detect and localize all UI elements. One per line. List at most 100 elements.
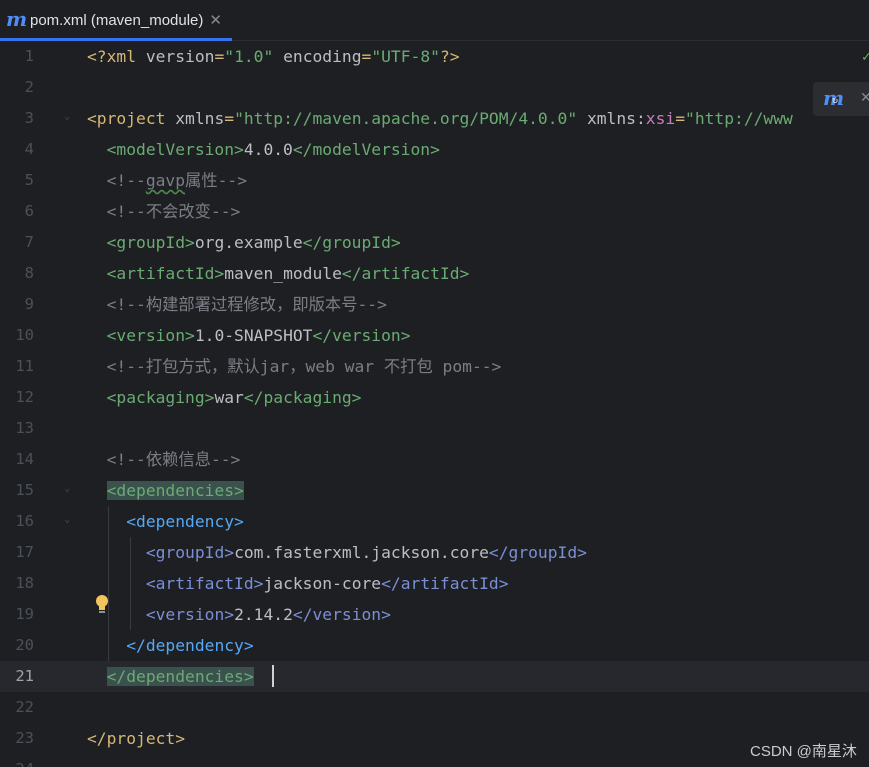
code-token: <!--构建部署过程修改，即版本号--> bbox=[106, 295, 387, 314]
code-token: 1.0-SNAPSHOT bbox=[194, 326, 313, 345]
code-text: <!--gavp属性--> bbox=[87, 165, 247, 196]
code-line[interactable]: 12 <packaging>war</packaging> bbox=[0, 382, 869, 413]
code-text: <?xml version="1.0" encoding="UTF-8"?> bbox=[87, 41, 460, 72]
fold-icon[interactable]: ⌄ bbox=[64, 512, 71, 525]
code-token: = bbox=[675, 109, 686, 128]
code-token: </groupId> bbox=[488, 543, 587, 562]
code-text: <dependencies> bbox=[87, 475, 244, 506]
line-number: 23 bbox=[15, 729, 34, 747]
code-token: <project bbox=[87, 109, 176, 128]
code-line[interactable]: 7 <groupId>org.example</groupId> bbox=[0, 227, 869, 258]
code-text: <groupId>org.example</groupId> bbox=[87, 227, 401, 258]
code-token: <artifactId> bbox=[106, 264, 225, 283]
maven-reload-button[interactable]: m ↻ ✕ bbox=[813, 82, 869, 116]
line-number: 4 bbox=[24, 140, 34, 158]
code-line[interactable]: 15 <dependencies> bbox=[0, 475, 869, 506]
code-token: </version> bbox=[292, 605, 391, 624]
line-number: 20 bbox=[15, 636, 34, 654]
code-token: <version> bbox=[106, 326, 195, 345]
line-number: 12 bbox=[15, 388, 34, 406]
code-token: <!--不会改变--> bbox=[106, 202, 241, 221]
code-text: <artifactId>jackson-core</artifactId> bbox=[87, 568, 509, 599]
code-token: = bbox=[214, 47, 225, 66]
code-text: <packaging>war</packaging> bbox=[87, 382, 362, 413]
code-editor[interactable]: 1 <?xml version="1.0" encoding="UTF-8"?> 2… bbox=[0, 41, 869, 767]
close-icon[interactable]: ✕ bbox=[860, 89, 869, 106]
code-token: "http://www bbox=[685, 109, 793, 128]
code-token: version bbox=[145, 47, 215, 66]
code-token: 4.0.0 bbox=[243, 140, 293, 159]
line-number: 11 bbox=[15, 357, 34, 375]
code-text: </dependency> bbox=[87, 630, 253, 661]
editor-tab-bar: m pom.xml (maven_module) ✕ bbox=[0, 0, 869, 41]
tab-label: pom.xml (maven_module) bbox=[30, 11, 204, 29]
code-text: <modelVersion>4.0.0</modelVersion> bbox=[87, 134, 440, 165]
fold-icon[interactable]: ⌄ bbox=[64, 109, 71, 122]
code-line[interactable]: 9 <!--构建部署过程修改，即版本号--> bbox=[0, 289, 869, 320]
code-token: <!-- bbox=[106, 171, 146, 190]
code-token: war bbox=[214, 388, 244, 407]
close-icon[interactable]: ✕ bbox=[209, 11, 222, 29]
code-line[interactable]: 6 <!--不会改变--> bbox=[0, 196, 869, 227]
code-token: com.fasterxml.jackson.core bbox=[234, 543, 489, 562]
tab-pom-xml[interactable]: m pom.xml (maven_module) ✕ bbox=[0, 0, 232, 41]
code-text: <dependency> bbox=[87, 506, 244, 537]
line-number: 9 bbox=[24, 295, 34, 313]
code-token: </groupId> bbox=[302, 233, 401, 252]
code-text: <!--依赖信息--> bbox=[87, 444, 241, 475]
code-line[interactable]: 10 <version>1.0-SNAPSHOT</version> bbox=[0, 320, 869, 351]
code-text: <version>2.14.2</version> bbox=[87, 599, 391, 630]
code-line[interactable]: 16 <dependency> bbox=[0, 506, 869, 537]
code-line[interactable]: 23 </project> bbox=[0, 723, 869, 754]
code-token: <groupId> bbox=[145, 543, 235, 562]
code-token: <artifactId> bbox=[145, 574, 264, 593]
line-number: 5 bbox=[24, 171, 34, 189]
code-line[interactable]: 3 <project xmlns="http://maven.apache.org… bbox=[0, 103, 869, 134]
code-token: </version> bbox=[312, 326, 411, 345]
code-text: </project> bbox=[87, 723, 185, 754]
code-line[interactable]: 14 <!--依赖信息--> bbox=[0, 444, 869, 475]
code-line[interactable]: 2 bbox=[0, 72, 869, 103]
line-number: 22 bbox=[15, 698, 34, 716]
code-line[interactable]: 1 <?xml version="1.0" encoding="UTF-8"?> bbox=[0, 41, 869, 72]
code-line[interactable]: 24 bbox=[0, 754, 869, 767]
lightbulb-icon[interactable] bbox=[93, 593, 111, 615]
code-line[interactable]: 8 <artifactId>maven_module</artifactId> bbox=[0, 258, 869, 289]
code-token: org.example bbox=[194, 233, 303, 252]
code-line[interactable]: 5 <!--gavp属性--> bbox=[0, 165, 869, 196]
code-token: "http://maven.apache.org/POM/4.0.0" bbox=[234, 109, 587, 128]
code-token: ?> bbox=[439, 47, 460, 66]
code-token: <groupId> bbox=[106, 233, 195, 252]
code-text: <!--构建部署过程修改，即版本号--> bbox=[87, 289, 387, 320]
code-line[interactable]: 20 </dependency> bbox=[0, 630, 869, 661]
code-line[interactable]: 4 <modelVersion>4.0.0</modelVersion> bbox=[0, 134, 869, 165]
code-token: xml bbox=[106, 47, 146, 66]
line-number: 10 bbox=[15, 326, 34, 344]
code-token: "1.0" bbox=[224, 47, 274, 66]
line-number: 8 bbox=[24, 264, 34, 282]
watermark: CSDN @南星沐 bbox=[750, 743, 857, 760]
code-line[interactable]: 11 <!--打包方式，默认jar，web war 不打包 pom--> bbox=[0, 351, 869, 382]
code-text: <project xmlns="http://maven.apache.org/… bbox=[87, 103, 793, 134]
line-number: 7 bbox=[24, 233, 34, 251]
code-line[interactable]: 22 bbox=[0, 692, 869, 723]
fold-icon[interactable]: ⌄ bbox=[64, 481, 71, 494]
code-token: </dependencies> bbox=[106, 667, 254, 686]
code-token: "UTF-8" bbox=[371, 47, 440, 66]
code-line[interactable]: 13 bbox=[0, 413, 869, 444]
line-number: 1 bbox=[24, 47, 34, 65]
code-token: = bbox=[361, 47, 372, 66]
code-token: encoding bbox=[273, 47, 362, 66]
code-line[interactable]: 21 </dependencies> bbox=[0, 661, 869, 692]
